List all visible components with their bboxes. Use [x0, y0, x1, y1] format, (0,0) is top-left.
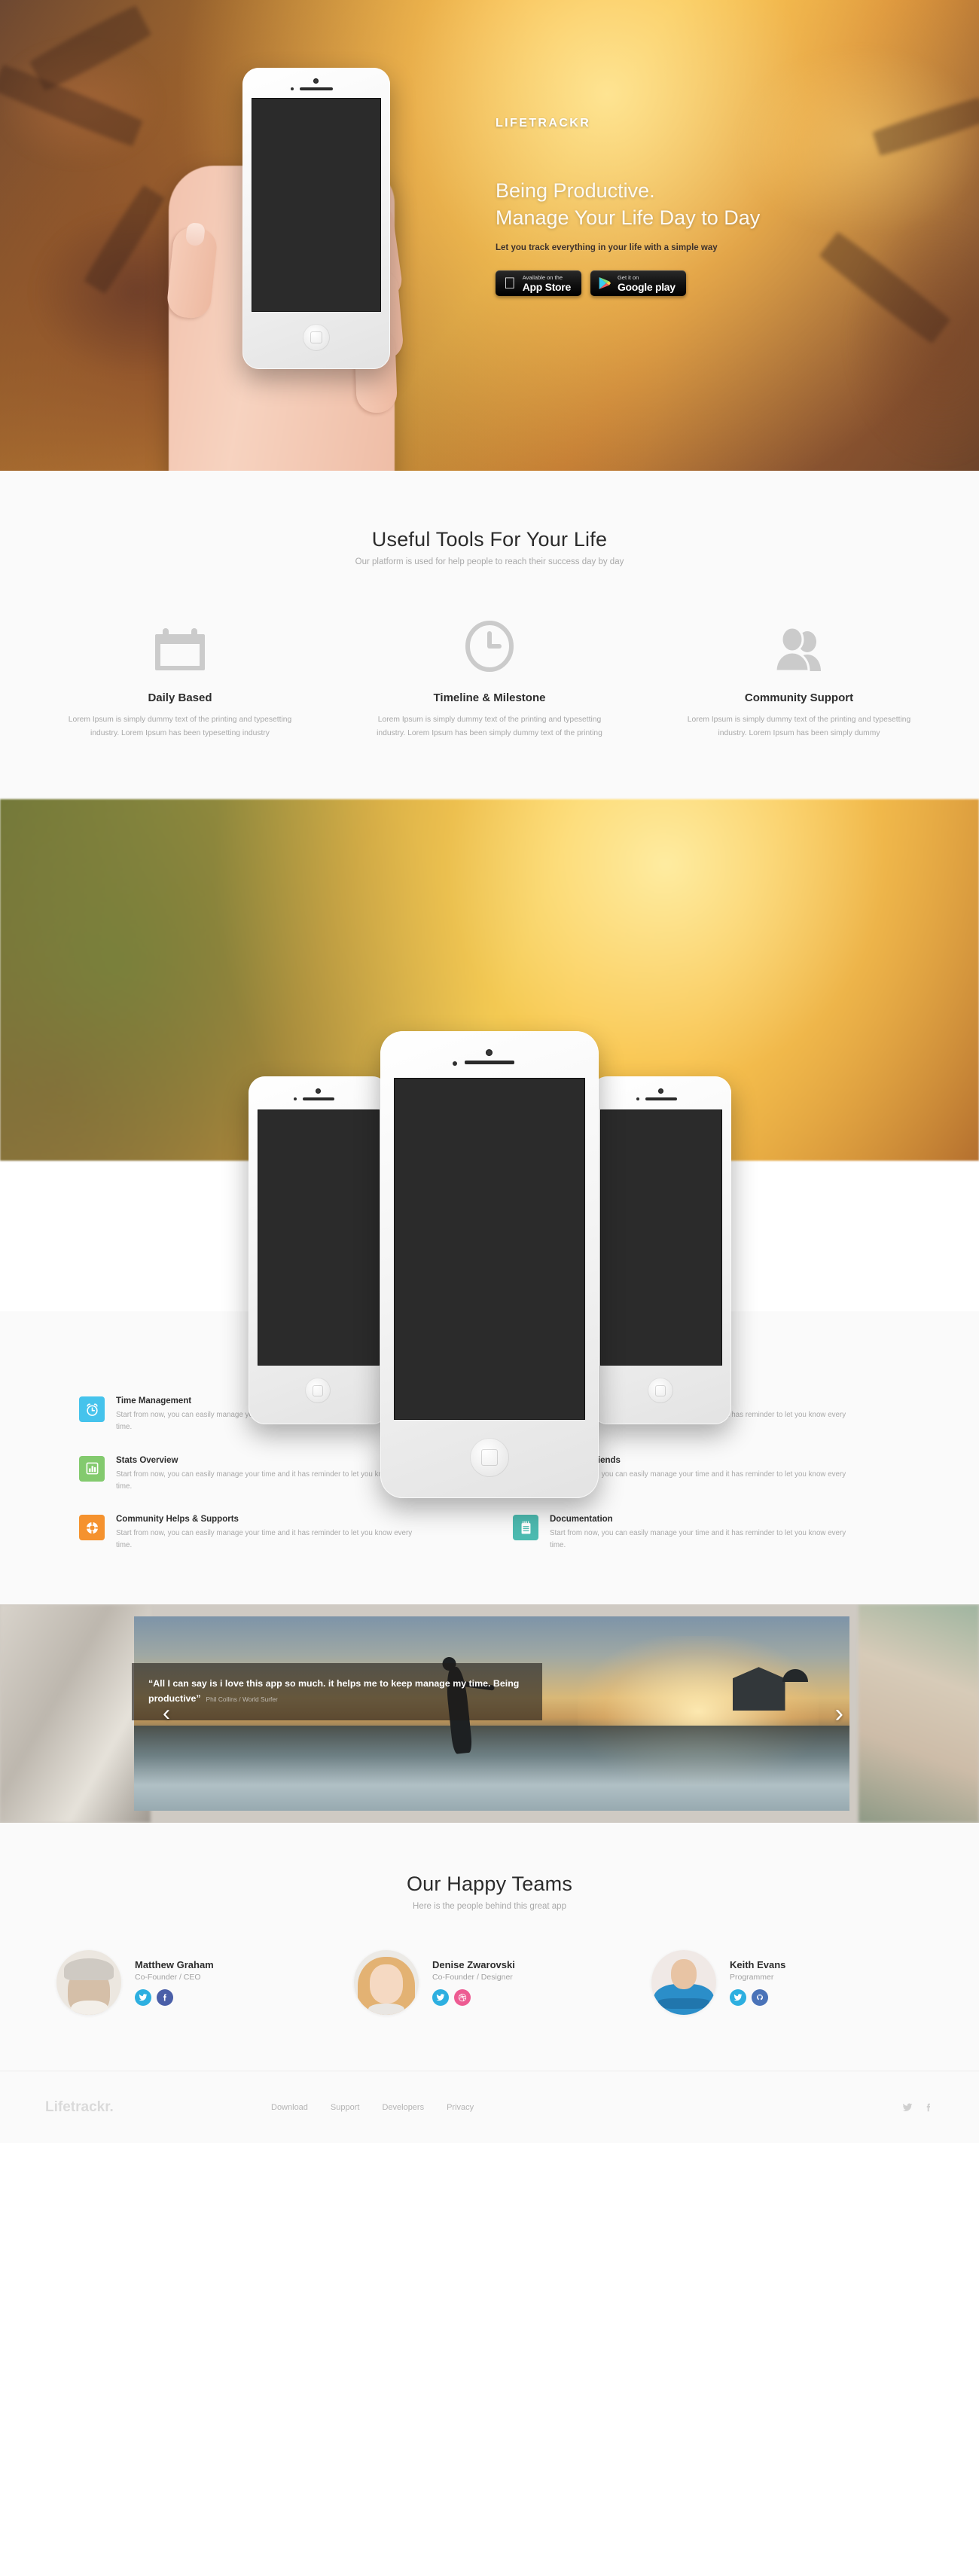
- team-subtitle: Here is the people behind this great app: [413, 1902, 566, 1912]
- tool-card-timeline-milestone: Timeline & Milestone Lorem Ipsum is simp…: [355, 613, 624, 740]
- footer-logo: Lifetrackr.: [45, 2098, 114, 2115]
- palm-tree-silhouette: [776, 1647, 814, 1683]
- footer-link-privacy[interactable]: Privacy: [447, 2103, 474, 2112]
- twitter-icon[interactable]: [902, 2102, 913, 2113]
- hero-phone-mockup: [165, 68, 405, 471]
- team-title: Our Happy Teams: [406, 1872, 573, 1896]
- testimonial-carousel: “All I can say is i love this app so muc…: [0, 1604, 979, 1824]
- feature-title: Stats Overview: [116, 1455, 178, 1465]
- testimonial-quote: “All I can say is i love this app so muc…: [148, 1676, 526, 1706]
- hero-title-line-1: Being Productive.: [496, 179, 655, 202]
- phone-screen-center: [394, 1078, 585, 1421]
- footer-link-download[interactable]: Download: [271, 2103, 308, 2112]
- google-play-button[interactable]: Get it on Google play: [590, 270, 686, 297]
- member-name: Keith Evans: [730, 1959, 786, 1971]
- phone-screen: [252, 98, 381, 312]
- app-store-button[interactable]:  Available on the App Store: [496, 270, 581, 297]
- app-store-big-label: App Store: [511, 281, 572, 294]
- tool-desc: Lorem Ipsum is simply dummy text of the …: [377, 716, 602, 738]
- phone-device: [242, 68, 390, 369]
- ocean-wave: [134, 1725, 849, 1811]
- hero-subtitle: Let you track everything in your life wi…: [496, 243, 718, 253]
- footer-socials: [902, 2102, 934, 2113]
- store-badges:  Available on the App Store Get it on: [496, 270, 917, 297]
- testimonial-quote-box: “All I can say is i love this app so muc…: [132, 1663, 542, 1721]
- hero-title-line-2: Manage Your Life Day to Day: [496, 206, 761, 230]
- footer-link-support[interactable]: Support: [331, 2103, 360, 2112]
- brand-logo: LIFETRACKR: [496, 117, 591, 130]
- phone-device-right: [591, 1076, 731, 1425]
- team-member-card: Keith Evans Programmer: [651, 1950, 923, 2016]
- member-role: Co-Founder / Designer: [432, 1973, 513, 1982]
- bar-chart-icon: [79, 1455, 105, 1482]
- tool-name: Daily Based: [148, 691, 212, 704]
- phone-device-center: [380, 1031, 599, 1499]
- feature-title: Documentation: [550, 1515, 613, 1525]
- github-icon[interactable]: [752, 1989, 768, 2007]
- team-member-card: Denise Zwarovski Co-Founder / Designer: [354, 1950, 625, 2016]
- phone-screen-right: [600, 1109, 722, 1366]
- feature-title: Community Helps & Supports: [116, 1515, 239, 1525]
- lifebuoy-icon: [79, 1515, 105, 1541]
- phone-screen-left: [258, 1109, 380, 1366]
- tool-card-daily-based: Daily Based Lorem Ipsum is simply dummy …: [45, 613, 315, 740]
- notepad-icon: [513, 1515, 538, 1541]
- app-store-small-label: Available on the: [511, 273, 563, 281]
- clock-icon: [465, 621, 514, 672]
- testimonial-author: Phil Collins / World Surfer: [206, 1695, 278, 1704]
- member-role: Programmer: [730, 1973, 774, 1982]
- avatar: [651, 1950, 716, 2016]
- carousel-slide-prev-preview: [0, 1604, 151, 1824]
- google-play-big-label: Google play: [605, 281, 676, 294]
- users-icon: [774, 628, 821, 672]
- calendar-icon: [155, 628, 205, 670]
- dribbble-icon[interactable]: [454, 1989, 471, 2007]
- member-name: Matthew Graham: [135, 1959, 214, 1971]
- carousel-slide-next-preview: [859, 1604, 979, 1824]
- carousel-prev-button[interactable]: ‹: [163, 1702, 170, 1725]
- tools-subtitle: Our platform is used for help people to …: [355, 557, 624, 566]
- feature-desc: Start from now, you can easily manage yo…: [550, 1529, 846, 1550]
- facebook-icon[interactable]: [923, 2102, 934, 2113]
- avatar: [354, 1950, 419, 2016]
- feature-item-community-helps: Community Helps & Supports Start from no…: [79, 1515, 466, 1552]
- tool-desc: Lorem Ipsum is simply dummy text of the …: [68, 716, 292, 738]
- twitter-icon[interactable]: [432, 1989, 449, 2007]
- alarm-clock-icon: [79, 1396, 105, 1423]
- tools-title: Useful Tools For Your Life: [371, 528, 608, 551]
- page-footer: Lifetrackr. Download Support Developers …: [0, 2071, 979, 2144]
- footer-link-developers[interactable]: Developers: [382, 2103, 424, 2112]
- hero-section: LIFETRACKR Being Productive. Manage Your…: [0, 0, 979, 471]
- apple-icon: : [504, 276, 516, 291]
- feature-desc: Start from now, you can easily manage yo…: [116, 1470, 413, 1491]
- page-title: Being Productive. Manage Your Life Day t…: [496, 177, 917, 231]
- footer-nav: Download Support Developers Privacy: [271, 2103, 474, 2112]
- facebook-icon[interactable]: [157, 1989, 173, 2007]
- testimonial-quote-text: “All I can say is i love this app so muc…: [148, 1678, 520, 1705]
- app-showcase-section: [0, 799, 979, 1499]
- tool-desc: Lorem Ipsum is simply dummy text of the …: [687, 716, 911, 738]
- twitter-icon[interactable]: [135, 1989, 151, 2007]
- tool-name: Timeline & Milestone: [433, 691, 546, 704]
- google-play-small-label: Get it on: [605, 273, 639, 281]
- useful-tools-section: Useful Tools For Your Life Our platform …: [0, 471, 979, 800]
- google-play-icon: [599, 277, 611, 290]
- carousel-next-button[interactable]: ›: [835, 1701, 843, 1726]
- feature-desc: Start from now, you can easily manage yo…: [116, 1529, 413, 1550]
- twitter-icon[interactable]: [730, 1989, 746, 2007]
- feature-item-documentation: Documentation Start from now, you can ea…: [513, 1515, 900, 1552]
- tool-card-community-support: Community Support Lorem Ipsum is simply …: [664, 613, 934, 740]
- team-member-card: Matthew Graham Co-Founder / CEO: [56, 1950, 328, 2016]
- tool-name: Community Support: [744, 691, 854, 704]
- member-name: Denise Zwarovski: [432, 1959, 515, 1971]
- team-section: Our Happy Teams Here is the people behin…: [0, 1823, 979, 2071]
- phone-device-left: [249, 1076, 389, 1425]
- avatar: [56, 1950, 121, 2016]
- member-role: Co-Founder / CEO: [135, 1973, 201, 1982]
